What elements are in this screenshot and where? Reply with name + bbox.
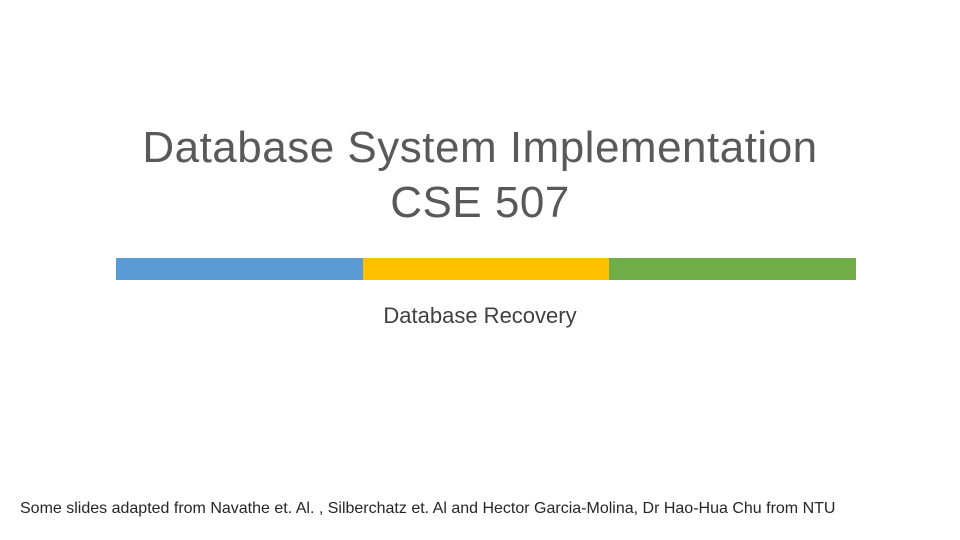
- bar-segment-green: [609, 258, 856, 280]
- title-line-1: Database System Implementation: [0, 120, 960, 175]
- divider-bar: [116, 258, 856, 280]
- bar-segment-blue: [116, 258, 363, 280]
- subtitle: Database Recovery: [0, 303, 960, 329]
- slide: Database System Implementation CSE 507 D…: [0, 0, 960, 540]
- title-block: Database System Implementation CSE 507: [0, 120, 960, 230]
- footer-credit: Some slides adapted from Navathe et. Al.…: [20, 500, 940, 518]
- bar-segment-yellow: [363, 258, 610, 280]
- title-line-2: CSE 507: [0, 175, 960, 230]
